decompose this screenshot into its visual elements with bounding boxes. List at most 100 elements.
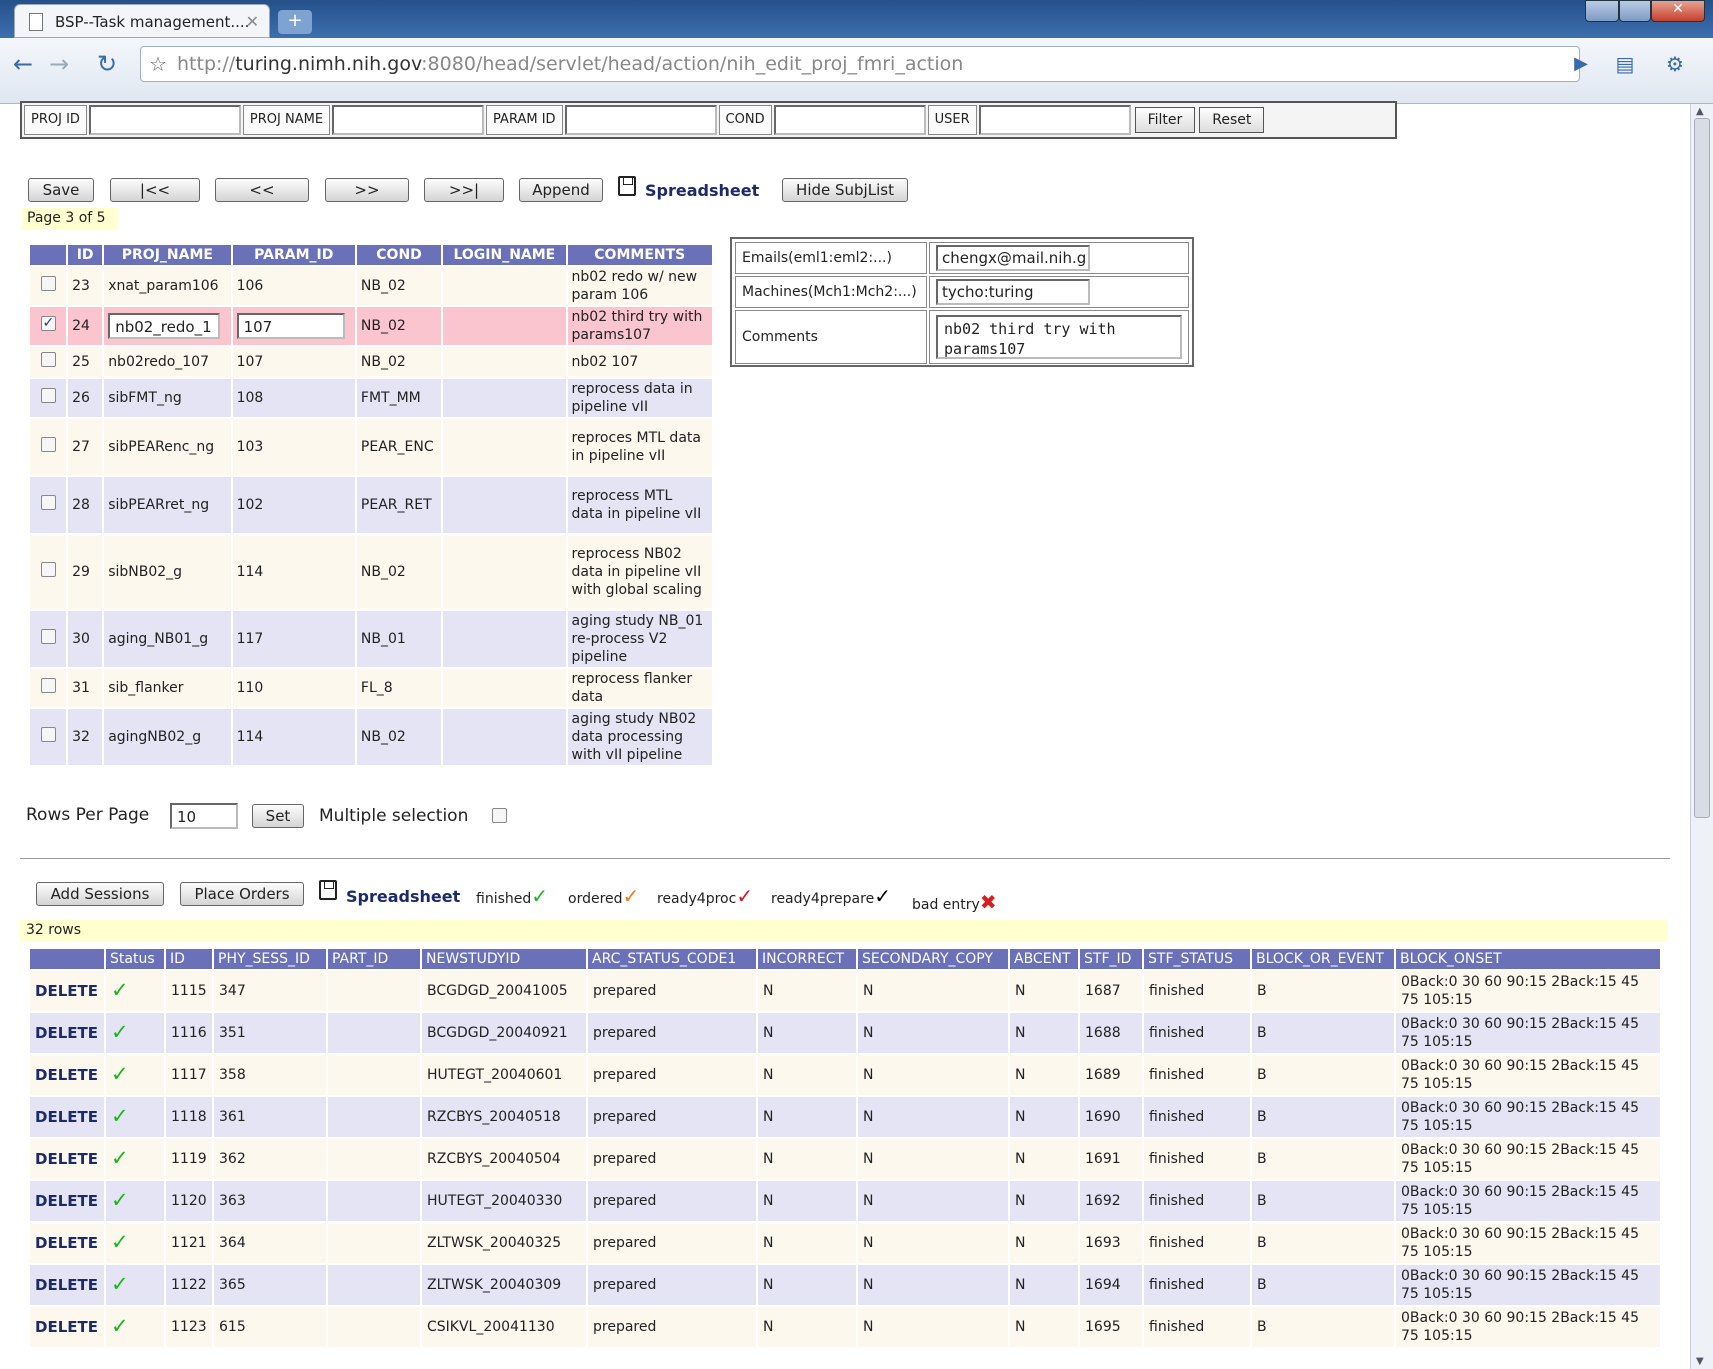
new-tab-button[interactable]: +	[278, 10, 312, 34]
close-window-button[interactable]: ✕	[1651, 0, 1705, 22]
set-button[interactable]: Set	[252, 804, 304, 828]
delete-link[interactable]: DELETE	[35, 1192, 98, 1210]
minimize-button[interactable]	[1585, 0, 1619, 22]
append-button[interactable]: Append	[519, 178, 603, 202]
row-checkbox[interactable]	[40, 727, 56, 742]
proj-id-label: PROJ ID	[24, 105, 87, 135]
back-icon[interactable]: ←	[8, 50, 38, 80]
wrench-icon[interactable]: ⚙	[1660, 50, 1690, 80]
column-header: STF_STATUS	[1144, 949, 1250, 969]
delete-link[interactable]: DELETE	[35, 1024, 98, 1042]
forward-icon[interactable]: →	[44, 50, 74, 80]
rows-per-page-input[interactable]: 10	[170, 803, 238, 829]
table-row[interactable]: 25 nb02redo_107 107 NB_02 nb02 107	[30, 347, 712, 377]
page-scrollbar[interactable]: ▲ ▼	[1690, 104, 1713, 1369]
scroll-up-icon[interactable]: ▲	[1696, 106, 1704, 117]
abcent-cell: N	[1010, 1307, 1078, 1347]
param-id-input[interactable]	[564, 105, 717, 135]
page-menu-icon[interactable]: ▤	[1610, 50, 1640, 80]
column-header: INCORRECT	[758, 949, 856, 969]
proj-name-input[interactable]	[332, 105, 485, 135]
proj-name-cell: sibPEARret_ng	[104, 477, 231, 533]
multiple-selection-checkbox[interactable]	[492, 808, 507, 823]
delete-link[interactable]: DELETE	[35, 1108, 98, 1126]
finished-check-icon: ✓	[111, 1145, 129, 1170]
proj-id-input[interactable]	[88, 105, 241, 135]
bookmark-star-icon[interactable]: ☆	[149, 47, 167, 81]
table-row[interactable]: 28 sibPEARret_ng 102 PEAR_RET reprocess …	[30, 477, 712, 533]
finished-check-icon: ✓	[111, 1061, 129, 1086]
delete-link[interactable]: DELETE	[35, 1066, 98, 1084]
id-cell: 26	[68, 379, 103, 417]
row-checkbox[interactable]	[40, 562, 56, 577]
incorrect-cell: N	[758, 1139, 856, 1179]
first-page-button[interactable]: |<<	[110, 178, 200, 202]
stf-id-cell: 1693	[1080, 1223, 1142, 1263]
delete-link[interactable]: DELETE	[35, 1150, 98, 1168]
close-tab-icon[interactable]: ✕	[246, 12, 259, 31]
row-checkbox[interactable]	[40, 314, 56, 332]
table-row[interactable]: 31 sib_flanker 110 FL_8 reprocess flanke…	[30, 669, 712, 707]
row-checkbox[interactable]	[40, 276, 56, 291]
next-page-button[interactable]: >>	[325, 178, 409, 202]
column-header: Status	[106, 949, 164, 969]
stf-id-cell: 1687	[1080, 971, 1142, 1011]
delete-link[interactable]: DELETE	[35, 1234, 98, 1252]
reset-button[interactable]: Reset	[1199, 107, 1265, 133]
machines-input[interactable]: tycho:turing	[936, 279, 1090, 305]
page-info: Page 3 of 5	[22, 208, 118, 230]
table-row[interactable]: 29 sibNB02_g 114 NB_02 reprocess NB02 da…	[30, 535, 712, 609]
spreadsheet-link[interactable]: Spreadsheet	[645, 181, 759, 200]
param-id-input[interactable]: 107	[236, 313, 345, 339]
stf-id-cell: 1695	[1080, 1307, 1142, 1347]
row-checkbox[interactable]	[40, 388, 56, 403]
table-row-selected[interactable]: 24 nb02_redo_1 107 NB_02 nb02 third try …	[30, 307, 712, 345]
delete-link[interactable]: DELETE	[35, 1318, 98, 1336]
row-checkbox[interactable]	[40, 352, 56, 367]
row-checkbox[interactable]	[40, 629, 56, 644]
incorrect-cell: N	[758, 1097, 856, 1137]
comments-textarea[interactable]: nb02 third try with params107	[936, 315, 1182, 359]
column-header: ABCENT	[1010, 949, 1078, 969]
play-icon[interactable]: ▶	[1566, 50, 1596, 80]
secondary-copy-cell: N	[858, 1097, 1008, 1137]
sessions-spreadsheet-link[interactable]: Spreadsheet	[346, 887, 460, 906]
arc-status-cell: prepared	[588, 1265, 756, 1305]
block-or-event-cell: B	[1252, 1055, 1394, 1095]
stf-id-cell: 1688	[1080, 1013, 1142, 1053]
browser-tab[interactable]: BSP--Task management.... ✕	[14, 4, 270, 38]
incorrect-cell: N	[758, 1265, 856, 1305]
table-row[interactable]: 23 xnat_param106 106 NB_02 nb02 redo w/ …	[30, 267, 712, 305]
maximize-button[interactable]	[1619, 0, 1651, 22]
scroll-down-icon[interactable]: ▼	[1696, 1356, 1704, 1367]
comments-cell: aging study NB02 data processing with vI…	[567, 709, 712, 765]
row-checkbox[interactable]	[40, 437, 56, 452]
hide-subjlist-button[interactable]: Hide SubjList	[782, 178, 908, 202]
reload-icon[interactable]: ↻	[92, 50, 122, 80]
proj-name-input[interactable]: nb02_redo_1	[108, 313, 221, 339]
secondary-copy-cell: N	[858, 1223, 1008, 1263]
filter-button[interactable]: Filter	[1134, 107, 1196, 133]
table-row[interactable]: 30 aging_NB01_g 117 NB_01 aging study NB…	[30, 611, 712, 667]
delete-link[interactable]: DELETE	[35, 1276, 98, 1294]
secondary-copy-cell: N	[858, 971, 1008, 1011]
block-onset-cell: 0Back:0 30 60 90:15 2Back:15 45 75 105:1…	[1396, 1307, 1660, 1347]
incorrect-cell: N	[758, 1055, 856, 1095]
prev-page-button[interactable]: <<	[215, 178, 309, 202]
browser-chrome: BSP--Task management.... ✕ + ✕ ← → ↻ ☆ ht…	[0, 0, 1713, 104]
emails-input[interactable]: chengx@mail.nih.g	[936, 245, 1090, 271]
row-checkbox[interactable]	[40, 495, 56, 510]
add-sessions-button[interactable]: Add Sessions	[36, 882, 164, 906]
last-page-button[interactable]: >>|	[424, 178, 504, 202]
scroll-thumb[interactable]	[1694, 118, 1710, 818]
user-input[interactable]	[978, 105, 1131, 135]
table-row[interactable]: 32 agingNB02_g 114 NB_02 aging study NB0…	[30, 709, 712, 765]
table-row[interactable]: 27 sibPEARenc_ng 103 PEAR_ENC reproces M…	[30, 419, 712, 475]
delete-link[interactable]: DELETE	[35, 982, 98, 1000]
address-bar[interactable]: ☆ http://turing.nimh.nih.gov:8080/head/se…	[140, 46, 1580, 82]
cond-input[interactable]	[773, 105, 926, 135]
table-row[interactable]: 26 sibFMT_ng 108 FMT_MM reprocess data i…	[30, 379, 712, 417]
save-button[interactable]: Save	[28, 178, 94, 202]
row-checkbox[interactable]	[40, 678, 56, 693]
place-orders-button[interactable]: Place Orders	[180, 882, 304, 906]
